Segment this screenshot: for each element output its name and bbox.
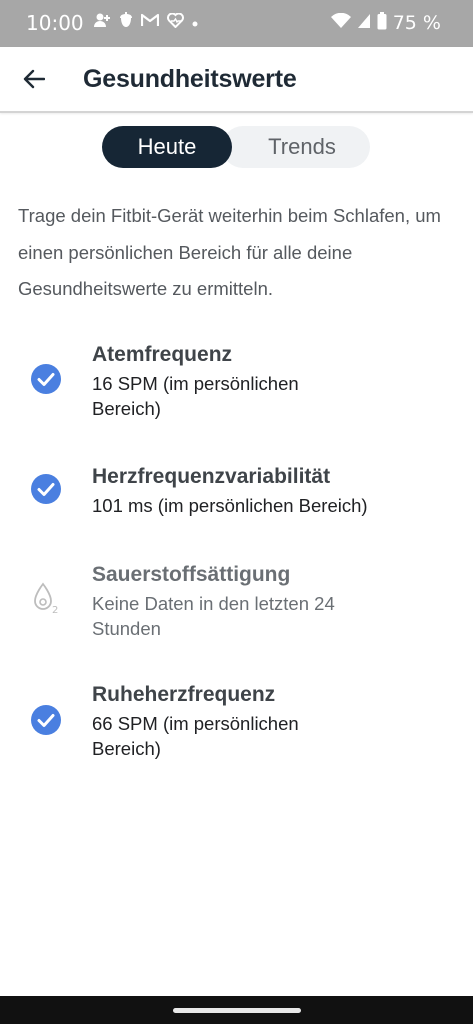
check-circle-icon <box>31 705 61 735</box>
gmail-icon <box>140 13 160 33</box>
person-add-icon <box>93 12 111 34</box>
battery-icon <box>377 12 387 34</box>
status-bar: 10:00 75 % <box>0 0 473 47</box>
metric-ruheherzfrequenz[interactable]: Ruheherzfrequenz 66 SPM (im persönlichen… <box>0 680 473 764</box>
oxygen-drop-icon: 2 <box>34 582 58 616</box>
metric-sauerstoffsaettigung[interactable]: 2 Sauerstoffsättigung Keine Daten in den… <box>0 560 473 644</box>
metric-value: 16 SPM (im persönlichen Bereich) <box>92 373 299 419</box>
acorn-icon <box>119 12 133 34</box>
arrow-back-icon <box>23 69 45 89</box>
metric-title: Ruheherzfrequenz <box>92 683 276 706</box>
period-toggle: Heute Trends <box>102 126 370 168</box>
intro-text: Trage dein Fitbit-Gerät weiterhin beim S… <box>18 205 441 299</box>
metric-title: Sauerstoffsättigung <box>92 563 291 586</box>
status-time: 10:00 <box>26 11 84 35</box>
gesture-handle[interactable] <box>173 1008 301 1013</box>
signal-icon <box>357 13 371 33</box>
svg-text:2: 2 <box>52 605 58 616</box>
metric-value: 66 SPM (im persönlichen Bereich) <box>92 713 299 759</box>
notification-icons <box>93 12 198 34</box>
metric-title: Herzfrequenzvariabilität <box>92 465 331 488</box>
metric-value: Keine Daten in den letzten 24 Stunden <box>92 593 335 639</box>
battery-percentage: 75 % <box>392 12 441 34</box>
metric-herzfrequenzvariabilitaet[interactable]: Herzfrequenzvariabilität 101 ms (im pers… <box>0 462 473 522</box>
metric-title: Atemfrequenz <box>92 343 233 366</box>
back-button[interactable] <box>14 59 54 99</box>
dot-icon <box>192 13 198 33</box>
check-circle-icon <box>31 364 61 394</box>
metric-atemfrequenz[interactable]: Atemfrequenz 16 SPM (im persönlichen Ber… <box>0 340 473 424</box>
navigation-bar <box>0 996 473 1024</box>
page-title: Gesundheitswerte <box>83 65 297 93</box>
wifi-icon <box>330 12 351 33</box>
tab-heute[interactable]: Heute <box>102 126 232 168</box>
app-bar: Gesundheitswerte <box>0 47 473 113</box>
metric-value: 101 ms (im persönlichen Bereich) <box>92 495 368 516</box>
heart-pulse-icon <box>167 12 184 34</box>
tab-trends[interactable]: Trends <box>234 126 370 168</box>
system-status: 75 % <box>330 11 441 35</box>
check-circle-icon <box>31 474 61 504</box>
